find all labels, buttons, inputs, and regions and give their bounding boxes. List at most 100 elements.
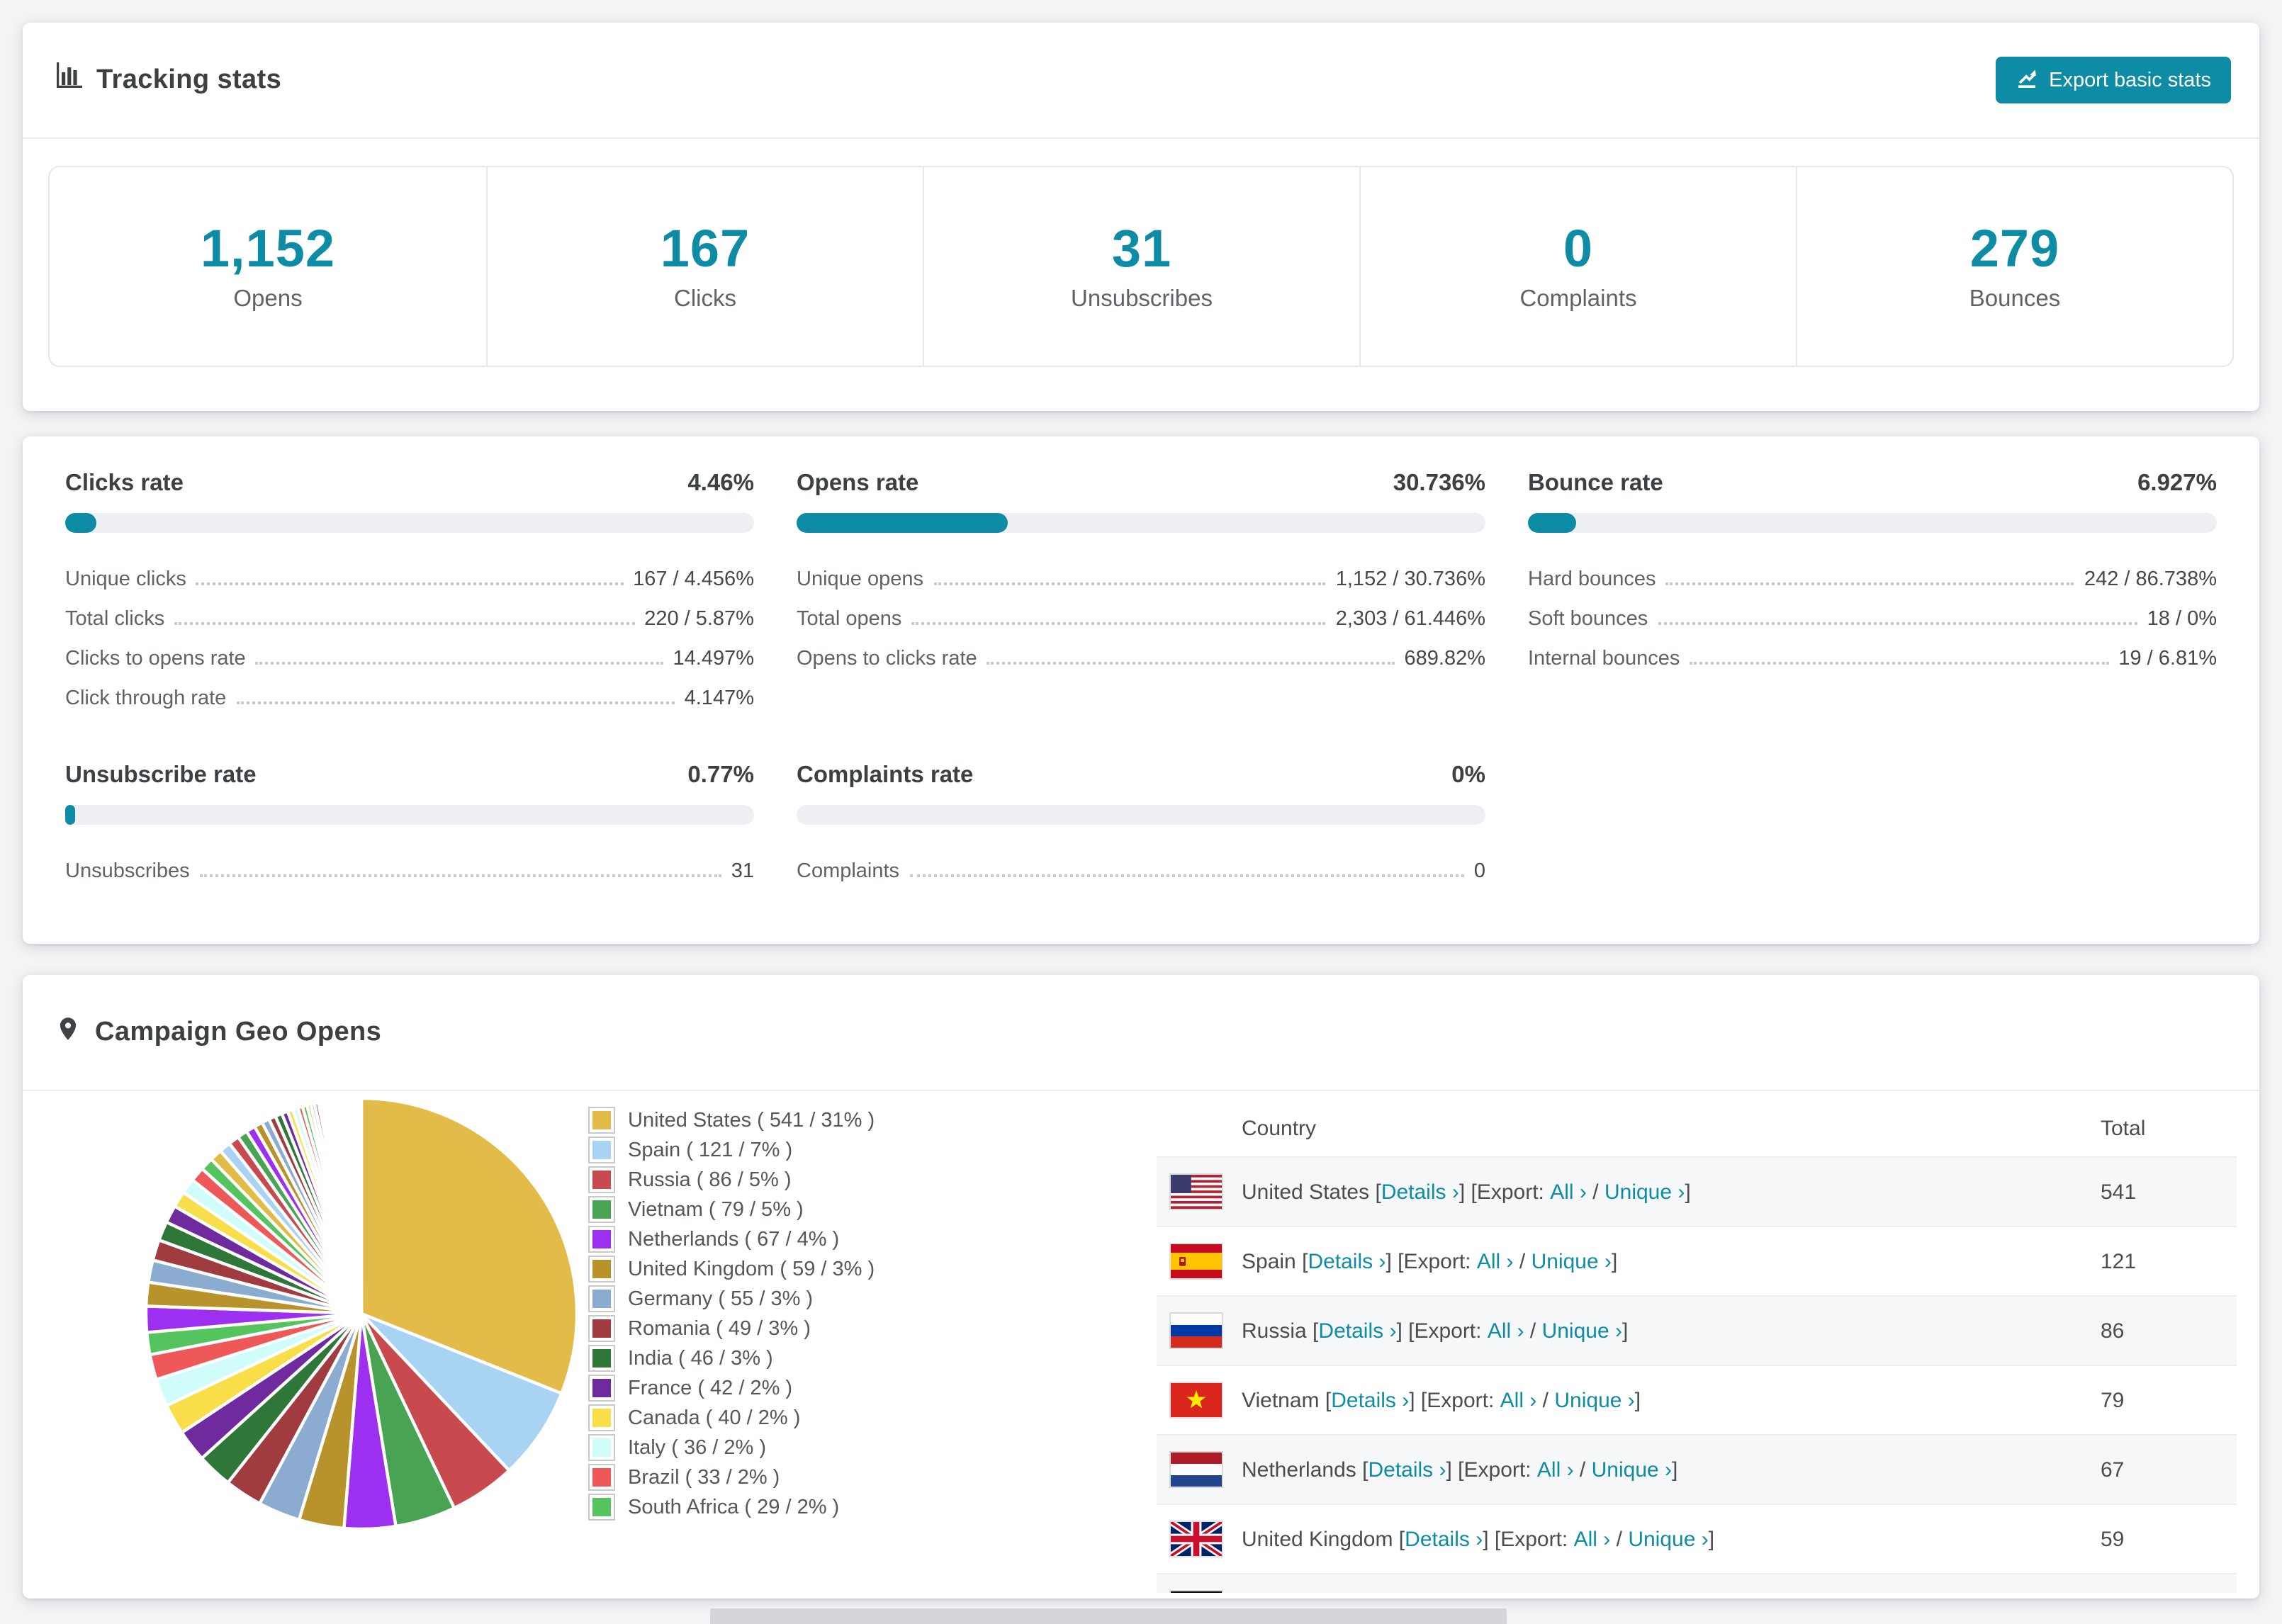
rate-progress-bar: [1528, 513, 2217, 533]
legend-swatch: [588, 1464, 615, 1491]
legend-item: United Kingdom ( 59 / 3% ): [588, 1254, 875, 1284]
rate-stat-row: Unsubscribes 31: [65, 847, 754, 887]
export-basic-stats-button[interactable]: Export basic stats: [1995, 57, 2231, 103]
export-all-link[interactable]: All ›: [1500, 1388, 1537, 1412]
legend-label: United States ( 541 / 31% ): [628, 1109, 875, 1132]
legend-label: France ( 42 / 2% ): [628, 1377, 793, 1399]
country-name: United Kingdom: [1242, 1527, 1393, 1551]
summary-stat-value: 31: [1111, 220, 1172, 278]
rate-stat-value: 14.497%: [673, 648, 755, 670]
export-all-link[interactable]: All ›: [1550, 1180, 1587, 1204]
rate-stat-label: Click through rate: [65, 687, 227, 710]
export-all-link[interactable]: All ›: [1574, 1527, 1611, 1551]
rate-stat-label: Unsubscribes: [65, 860, 190, 883]
dotted-leader: [911, 622, 1326, 625]
dotted-leader: [933, 582, 1326, 585]
export-unique-link[interactable]: Unique ›: [1542, 1319, 1622, 1343]
rate-stat-value: 19 / 6.81%: [2118, 648, 2217, 670]
legend-swatch: [588, 1107, 615, 1134]
column-header-country: Country: [1242, 1116, 1317, 1140]
bar-chart-icon: [55, 62, 82, 98]
details-link[interactable]: Details ›: [1381, 1180, 1459, 1204]
summary-stats-row: 1,152 Opens 167 Clicks 31 Unsubscribes 0 Compla…: [48, 166, 2234, 367]
country-total: 79: [2101, 1388, 2125, 1412]
legend-item: Spain ( 121 / 7% ): [588, 1135, 875, 1165]
export-unique-link[interactable]: Unique ›: [1604, 1180, 1685, 1204]
flag-ru-icon: [1171, 1314, 1222, 1348]
legend-swatch: [588, 1434, 615, 1461]
summary-stat-value: 1,152: [200, 220, 336, 278]
column-header-total: Total: [2101, 1116, 2146, 1140]
flag-gb-icon: [1171, 1522, 1222, 1556]
country-name: Vietnam: [1242, 1388, 1320, 1412]
summary-stat-complaints: 0 Complaints: [1359, 167, 1796, 366]
geo-table-row: Germany [Details ›] [Export: All › / Uni…: [1157, 1573, 2237, 1593]
export-unique-link[interactable]: Unique ›: [1531, 1249, 1612, 1273]
rate-stat-label: Soft bounces: [1528, 608, 1648, 631]
geo-table-row: Spain [Details ›] [Export: All › / Uniqu…: [1157, 1226, 2237, 1295]
legend-item: Brazil ( 33 / 2% ): [588, 1462, 875, 1492]
rate-stat-label: Unique opens: [797, 568, 923, 591]
rate-progress-bar: [797, 805, 1485, 825]
rate-stat-row: Total opens 2,303 / 61.446%: [797, 595, 1485, 635]
rate-stat-label: Unique clicks: [65, 568, 186, 591]
dotted-leader: [909, 874, 1464, 877]
legend-item: France ( 42 / 2% ): [588, 1373, 875, 1403]
tracking-stats-header: Tracking stats Export basic stats: [23, 23, 2259, 139]
rate-stat-value: 0: [1473, 860, 1485, 883]
rate-block-opens-rate: Opens rate 30.736% Unique opens 1,152 / 30.…: [797, 470, 1485, 714]
rate-stat-row: Internal bounces 19 / 6.81%: [1528, 635, 2217, 675]
rate-stat-row: Unique opens 1,152 / 30.736%: [797, 556, 1485, 595]
legend-item: Italy ( 36 / 2% ): [588, 1433, 875, 1462]
export-unique-link[interactable]: Unique ›: [1592, 1457, 1672, 1482]
export-all-link[interactable]: All ›: [1488, 1319, 1524, 1343]
rate-stat-row: Opens to clicks rate 689.82%: [797, 635, 1485, 675]
rate-block-complaints-rate: Complaints rate 0% Complaints 0: [797, 762, 1485, 887]
country-total: 86: [2101, 1319, 2125, 1343]
export-all-link[interactable]: All ›: [1477, 1249, 1514, 1273]
country-total: 541: [2101, 1180, 2137, 1204]
details-link[interactable]: Details ›: [1308, 1249, 1386, 1273]
geo-table-row: Russia [Details ›] [Export: All › / Uniq…: [1157, 1295, 2237, 1365]
country-total: 67: [2101, 1457, 2125, 1482]
details-link[interactable]: Details ›: [1368, 1457, 1446, 1482]
dotted-leader: [196, 582, 624, 585]
rate-stat-value: 167 / 4.456%: [633, 568, 754, 591]
geo-opens-body: United States ( 541 / 31% ) Spain ( 121 /…: [23, 1091, 2259, 1621]
dashboard-page: Tracking stats Export basic stats 1,152 O…: [0, 0, 2282, 1624]
legend-label: Netherlands ( 67 / 4% ): [628, 1228, 840, 1251]
rate-percent: 0.77%: [687, 762, 754, 788]
legend-label: Canada ( 40 / 2% ): [628, 1406, 801, 1429]
summary-stat-value: 167: [660, 220, 751, 278]
details-link[interactable]: Details ›: [1318, 1319, 1396, 1343]
export-unique-link[interactable]: Unique ›: [1554, 1388, 1634, 1412]
country-name: Netherlands: [1242, 1457, 1356, 1482]
legend-label: Romania ( 49 / 3% ): [628, 1317, 811, 1340]
rate-stat-value: 31: [731, 860, 754, 883]
dotted-leader: [236, 701, 675, 704]
rate-block-bounce-rate: Bounce rate 6.927% Hard bounces 242 / 86.73…: [1528, 470, 2217, 714]
legend-label: Italy ( 36 / 2% ): [628, 1436, 767, 1459]
legend-label: South Africa ( 29 / 2% ): [628, 1496, 840, 1518]
dotted-leader: [199, 874, 721, 877]
rate-stat-label: Total opens: [797, 608, 902, 631]
rate-stat-value: 220 / 5.87%: [644, 608, 754, 631]
rate-stat-label: Complaints: [797, 860, 900, 883]
rate-stat-label: Internal bounces: [1528, 648, 1680, 670]
summary-stat-value: 279: [1969, 220, 2060, 278]
rate-progress-fill: [1528, 513, 1576, 533]
export-unique-link[interactable]: Unique ›: [1628, 1527, 1708, 1551]
rate-progress-fill: [65, 513, 96, 533]
geo-pie-chart[interactable]: [142, 1094, 581, 1533]
summary-stat-label: Bounces: [1969, 286, 2061, 312]
details-link[interactable]: Details ›: [1331, 1388, 1409, 1412]
rate-stat-value: 242 / 86.738%: [2084, 568, 2217, 591]
export-all-link[interactable]: All ›: [1537, 1457, 1574, 1482]
legend-swatch: [588, 1345, 615, 1372]
horizontal-scrollbar[interactable]: [710, 1608, 1507, 1624]
legend-item: Netherlands ( 67 / 4% ): [588, 1224, 875, 1254]
legend-swatch: [588, 1315, 615, 1342]
legend-label: United Kingdom ( 59 / 3% ): [628, 1258, 875, 1280]
geo-pie-legend: United States ( 541 / 31% ) Spain ( 121 /…: [588, 1105, 875, 1522]
details-link[interactable]: Details ›: [1405, 1527, 1483, 1551]
